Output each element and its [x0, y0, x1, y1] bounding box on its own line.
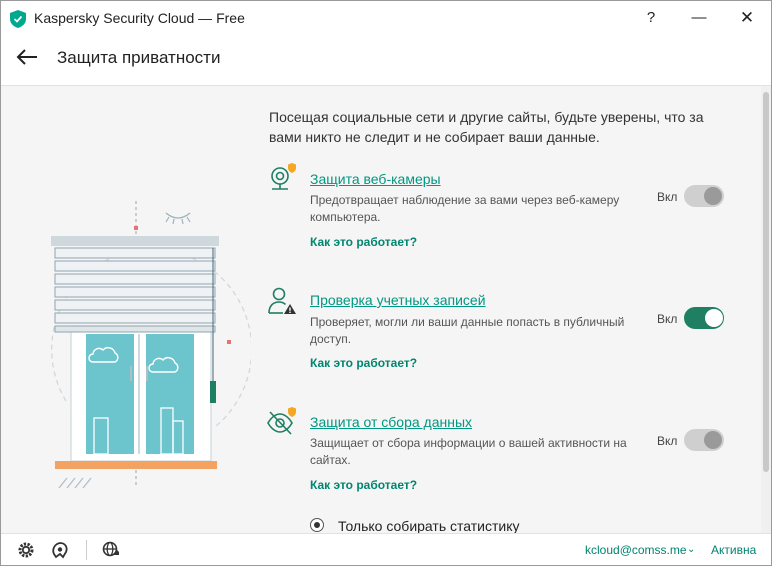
license-status[interactable]: Активна	[711, 543, 756, 557]
toggle-knob	[704, 431, 722, 449]
webcam-protection-description: Предотвращает наблюдение за вами через в…	[310, 193, 620, 224]
account-toggle-label: Вкл	[657, 312, 678, 326]
help-button[interactable]: ?	[631, 5, 671, 31]
app-window: Kaspersky Security Cloud — Free ? — ✕ За…	[0, 0, 772, 566]
footer-separator	[86, 540, 87, 560]
content-scrollbar[interactable]	[761, 86, 771, 533]
scroll-thumb[interactable]	[763, 92, 769, 472]
tracking-protection-description: Защищает от сбора информации о вашей акт…	[310, 436, 627, 467]
minimize-button[interactable]: —	[679, 5, 719, 31]
window-blinds-illustration	[51, 201, 251, 489]
webcam-icon	[271, 163, 296, 190]
page-title: Защита приватности	[57, 48, 221, 67]
kaspersky-shield-icon	[10, 10, 26, 28]
intro-text: Посещая социальные сети и другие сайты, …	[269, 109, 704, 145]
gear-icon[interactable]	[17, 541, 35, 559]
statistics-only-radio[interactable]	[310, 518, 324, 532]
my-kaspersky-globe-icon[interactable]	[102, 541, 120, 559]
webcam-protection-link[interactable]: Защита веб-камеры	[310, 171, 441, 187]
account-check-toggle[interactable]	[684, 307, 724, 329]
close-button[interactable]: ✕	[727, 5, 767, 31]
page-header: Защита приватности	[1, 35, 771, 86]
tracking-protection-toggle[interactable]	[684, 429, 724, 451]
account-check-link[interactable]: Проверка учетных записей	[310, 292, 486, 308]
radio-dot	[314, 522, 320, 528]
account-check-icon	[268, 287, 296, 314]
tracking-toggle-label: Вкл	[657, 434, 678, 448]
account-how-it-works-link[interactable]: Как это работает?	[310, 356, 417, 370]
account-check-description: Проверяет, могли ли ваши данные попасть …	[310, 315, 625, 346]
tracking-how-it-works-link[interactable]: Как это работает?	[310, 478, 417, 492]
account-email[interactable]: kcloud@comss.me	[585, 543, 687, 557]
back-arrow-icon[interactable]	[15, 47, 39, 67]
window-title: Kaspersky Security Cloud — Free	[34, 10, 245, 26]
toggle-knob	[705, 309, 723, 327]
webcam-toggle-label: Вкл	[657, 190, 678, 204]
chevron-down-icon[interactable]: ⌄	[687, 544, 695, 555]
title-bar: Kaspersky Security Cloud — Free ? — ✕	[1, 1, 771, 35]
toggle-knob	[704, 187, 722, 205]
footer-bar: kcloud@comss.me ⌄ Активна	[1, 533, 771, 565]
tracking-protection-link[interactable]: Защита от сбора данных	[310, 414, 472, 430]
main-content: Посещая социальные сети и другие сайты, …	[1, 86, 771, 534]
webcam-how-it-works-link[interactable]: Как это работает?	[310, 235, 417, 249]
support-icon[interactable]	[51, 541, 69, 559]
statistics-only-label: Только собирать статистику	[338, 518, 520, 534]
webcam-toggle[interactable]	[684, 185, 724, 207]
eye-off-icon	[267, 407, 296, 435]
